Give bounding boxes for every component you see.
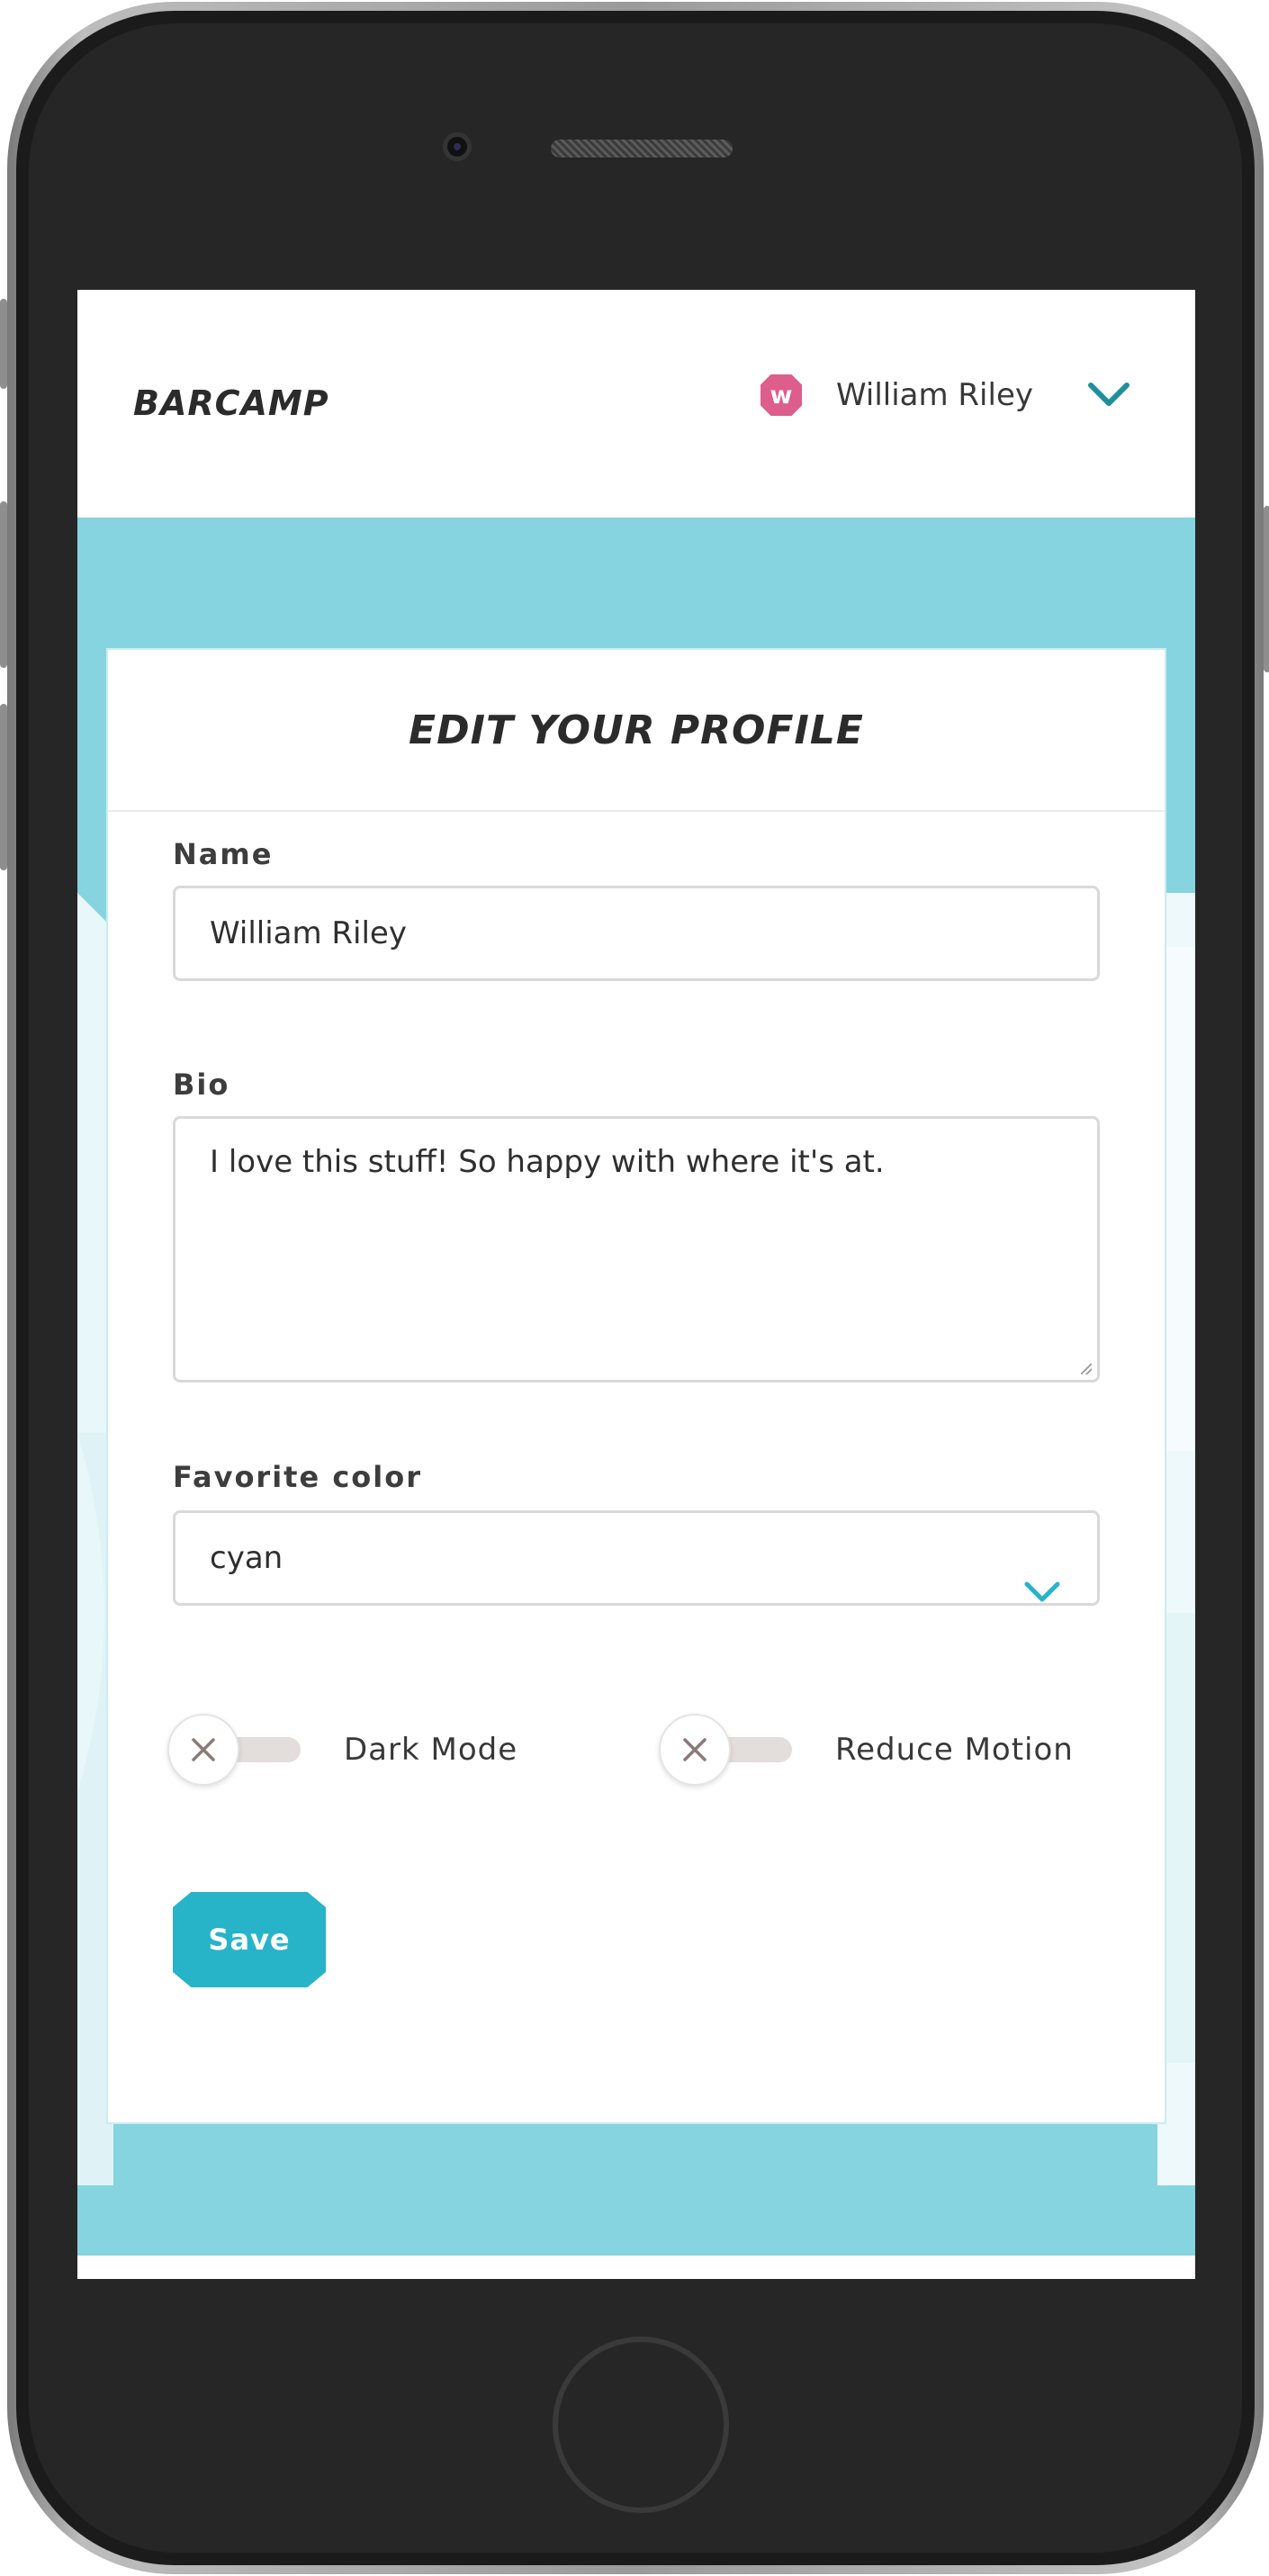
bio-textarea[interactable]: I love this stuff! So happy with where i…	[173, 1116, 1100, 1383]
close-icon	[683, 1738, 706, 1761]
volume-down-button	[0, 704, 7, 870]
favorite-color-label: Favorite color	[173, 1460, 422, 1494]
bio-label: Bio	[173, 1067, 230, 1102]
favorite-color-select[interactable]: cyan	[173, 1510, 1100, 1606]
dark-mode-switch[interactable]	[167, 1714, 302, 1786]
bio-text: I love this stuff! So happy with where i…	[210, 1144, 885, 1180]
mute-switch	[0, 299, 7, 389]
home-button[interactable]	[553, 2337, 729, 2513]
user-menu[interactable]: w William Riley	[760, 374, 1130, 416]
page-title: EDIT YOUR PROFILE	[409, 707, 864, 753]
resize-handle-icon[interactable]	[1081, 1364, 1092, 1374]
dark-mode-label: Dark Mode	[344, 1732, 518, 1768]
chevron-down-icon[interactable]	[1087, 382, 1130, 409]
phone-frame: BARCAMP w William Riley EDIT YOUR PROFIL…	[0, 2, 1269, 2574]
toggle-knob[interactable]	[659, 1714, 731, 1786]
user-name: William Riley	[836, 377, 1033, 413]
save-button[interactable]: Save	[173, 1892, 326, 1987]
name-label: Name	[173, 837, 274, 871]
toggle-knob[interactable]	[167, 1714, 239, 1786]
front-camera	[443, 132, 472, 161]
dark-mode-toggle[interactable]: Dark Mode	[167, 1714, 518, 1786]
volume-up-button	[0, 501, 7, 668]
reduce-motion-label: Reduce Motion	[835, 1732, 1074, 1768]
screen: BARCAMP w William Riley EDIT YOUR PROFIL…	[77, 290, 1195, 2279]
chevron-down-icon	[1023, 1549, 1061, 1639]
favorite-color-value: cyan	[210, 1540, 284, 1576]
edit-profile-card: EDIT YOUR PROFILE Name William Riley Bio…	[106, 648, 1166, 2124]
close-icon	[192, 1738, 215, 1761]
avatar: w	[760, 374, 803, 416]
toggle-row: Dark Mode Reduce Motion	[167, 1714, 1112, 1786]
reduce-motion-toggle[interactable]: Reduce Motion	[659, 1714, 1074, 1786]
app-header: BARCAMP w William Riley	[77, 290, 1195, 518]
power-button	[1264, 506, 1269, 672]
screen-footer	[77, 2256, 1195, 2279]
reduce-motion-switch[interactable]	[659, 1714, 794, 1786]
name-field[interactable]: William Riley	[173, 886, 1100, 981]
app-logo[interactable]: BARCAMP	[133, 383, 329, 423]
earpiece-speaker	[551, 140, 733, 158]
card-header: EDIT YOUR PROFILE	[108, 650, 1165, 812]
